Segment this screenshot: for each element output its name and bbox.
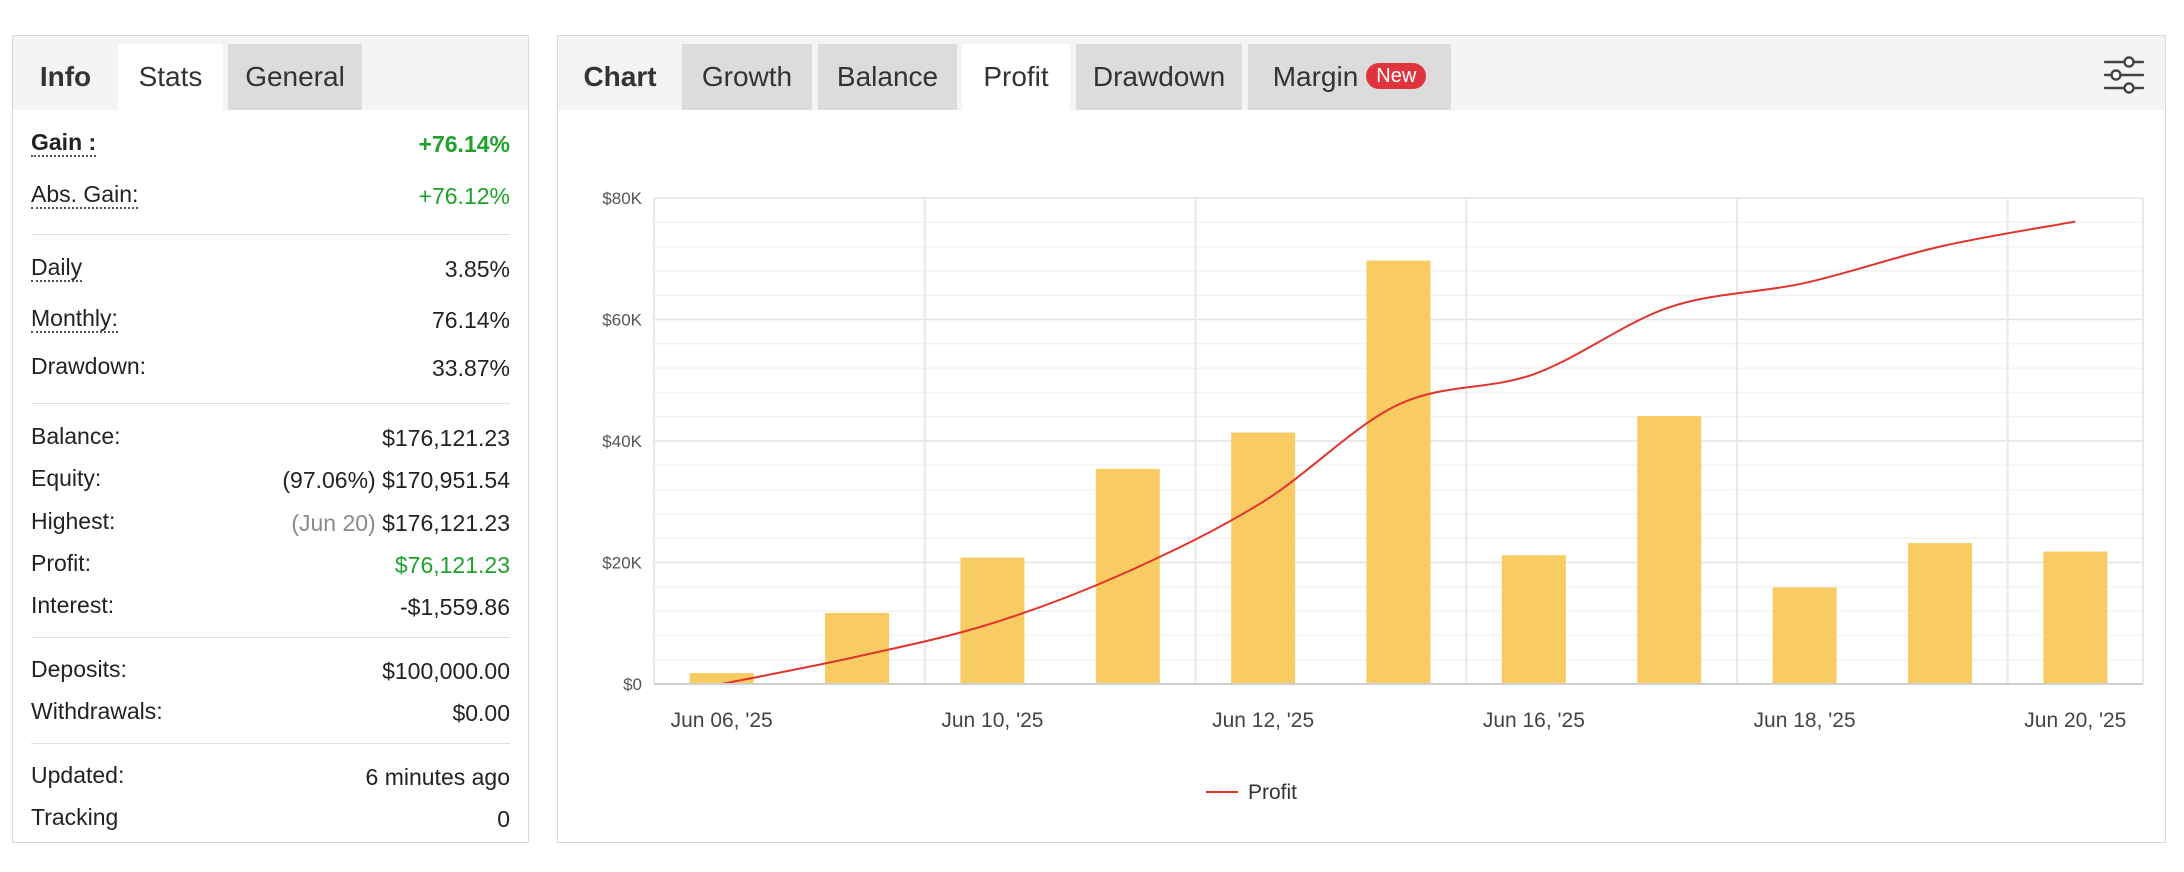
- x-tick-label: Jun 18, '25: [1754, 709, 1856, 732]
- abs-gain-row: Abs. Gain: +76.12%: [31, 177, 510, 217]
- updated-row: Updated: 6 minutes ago: [31, 758, 510, 798]
- drawdown-value: 33.87%: [431, 355, 510, 381]
- chart-panel: Chart Growth Balance Profit Drawdown Mar…: [557, 35, 2166, 843]
- tab-margin[interactable]: Margin New: [1248, 44, 1451, 110]
- bar: [1907, 543, 1972, 684]
- divider: [31, 637, 510, 638]
- tracking-value: 0: [497, 806, 510, 832]
- interest-label: Interest:: [31, 592, 115, 618]
- x-tick-label: Jun 06, '25: [671, 709, 773, 732]
- equity-value: $170,951.54: [382, 467, 510, 493]
- y-tick-label: $60K: [602, 311, 642, 330]
- gain-label[interactable]: Gain :: [31, 129, 97, 157]
- bar: [1366, 260, 1431, 684]
- y-tick-label: $80K: [602, 189, 642, 208]
- tab-profit[interactable]: Profit: [962, 44, 1070, 110]
- highest-label: Highest:: [31, 508, 116, 534]
- drawdown-row: Drawdown: 33.87%: [31, 349, 510, 389]
- tab-stats[interactable]: Stats: [118, 44, 223, 110]
- x-tick-label: Jun 20, '25: [2024, 709, 2126, 732]
- tab-balance[interactable]: Balance: [818, 44, 957, 110]
- equity-value-group: (97.06%) $170,951.54: [282, 467, 510, 494]
- chart-tabbar: Chart Growth Balance Profit Drawdown Mar…: [558, 36, 2165, 110]
- tracking-row: Tracking 0: [31, 800, 510, 840]
- y-tick-label: $0: [623, 675, 642, 694]
- equity-label: Equity:: [31, 465, 102, 491]
- chart-legend[interactable]: Profit: [1206, 781, 1297, 804]
- tracking-label: Tracking: [31, 804, 119, 830]
- divider: [31, 234, 510, 235]
- x-tick-label: Jun 10, '25: [941, 709, 1043, 732]
- gain-row: Gain : +76.14%: [31, 125, 510, 165]
- highest-row: Highest: (Jun 20) $176,121.23: [31, 504, 510, 544]
- interest-row: Interest: -$1,559.86: [31, 588, 510, 628]
- daily-row: Daily 3.85%: [31, 250, 510, 290]
- x-tick-label: Jun 12, '25: [1212, 709, 1314, 732]
- tab-chart[interactable]: Chart: [558, 44, 682, 110]
- bar: [1772, 587, 1837, 684]
- tab-info[interactable]: Info: [13, 44, 118, 110]
- balance-row: Balance: $176,121.23: [31, 419, 510, 459]
- balance-value: $176,121.23: [382, 425, 510, 451]
- monthly-value: 76.14%: [431, 307, 510, 333]
- legend-label-profit: Profit: [1248, 781, 1297, 804]
- withdrawals-value: $0.00: [452, 700, 510, 726]
- tab-margin-label: Margin: [1272, 61, 1359, 92]
- updated-value: 6 minutes ago: [365, 764, 510, 790]
- stats-panel: Info Stats General Gain : +76.14% Abs. G…: [12, 35, 529, 843]
- abs-gain-value: +76.12%: [418, 183, 510, 209]
- divider: [31, 743, 510, 744]
- divider: [31, 403, 510, 404]
- x-tick-label: Jun 16, '25: [1483, 709, 1585, 732]
- profit-label: Profit:: [31, 550, 92, 576]
- profit-chart: $0 $20K $40K $60K $80K Jun 06, '25 Jun 10, '25…: [602, 189, 2144, 804]
- equity-row: Equity: (97.06%) $170,951.54: [31, 461, 510, 501]
- bar: [2043, 551, 2108, 684]
- deposits-label: Deposits:: [31, 656, 127, 682]
- daily-label[interactable]: Daily: [31, 254, 83, 282]
- monthly-row: Monthly: 76.14%: [31, 301, 510, 341]
- drawdown-label: Drawdown:: [31, 353, 147, 379]
- bar: [1095, 468, 1160, 684]
- equity-percent: (97.06%): [282, 467, 376, 493]
- profit-bars: [689, 260, 2108, 684]
- stats-tabbar: Info Stats General: [13, 36, 528, 110]
- highest-value: $176,121.23: [382, 510, 510, 536]
- daily-value: 3.85%: [444, 256, 510, 282]
- abs-gain-label[interactable]: Abs. Gain:: [31, 181, 139, 209]
- tab-drawdown[interactable]: Drawdown: [1076, 44, 1242, 110]
- updated-label: Updated:: [31, 762, 125, 788]
- bar: [689, 673, 754, 684]
- deposits-row: Deposits: $100,000.00: [31, 652, 510, 692]
- deposits-value: $100,000.00: [382, 658, 510, 684]
- bar: [1637, 416, 1702, 684]
- balance-label: Balance:: [31, 423, 121, 449]
- bar: [1501, 555, 1566, 684]
- highest-value-group: (Jun 20) $176,121.23: [291, 510, 510, 537]
- withdrawals-label: Withdrawals:: [31, 698, 163, 724]
- withdrawals-row: Withdrawals: $0.00: [31, 694, 510, 734]
- gain-value: +76.14%: [418, 131, 510, 157]
- interest-value: -$1,559.86: [400, 594, 510, 620]
- profit-value: $76,121.23: [394, 552, 510, 578]
- highest-date: (Jun 20): [291, 510, 376, 536]
- tab-growth[interactable]: Growth: [682, 44, 812, 110]
- profit-row: Profit: $76,121.23: [31, 546, 510, 586]
- sliders-icon[interactable]: [2103, 54, 2145, 96]
- monthly-label[interactable]: Monthly:: [31, 305, 118, 333]
- y-tick-label: $40K: [602, 432, 642, 451]
- bar: [1231, 432, 1296, 684]
- tab-general[interactable]: General: [228, 44, 362, 110]
- new-badge: New: [1366, 62, 1427, 89]
- y-tick-label: $20K: [602, 554, 642, 573]
- bar: [825, 612, 890, 684]
- bar: [960, 557, 1025, 684]
